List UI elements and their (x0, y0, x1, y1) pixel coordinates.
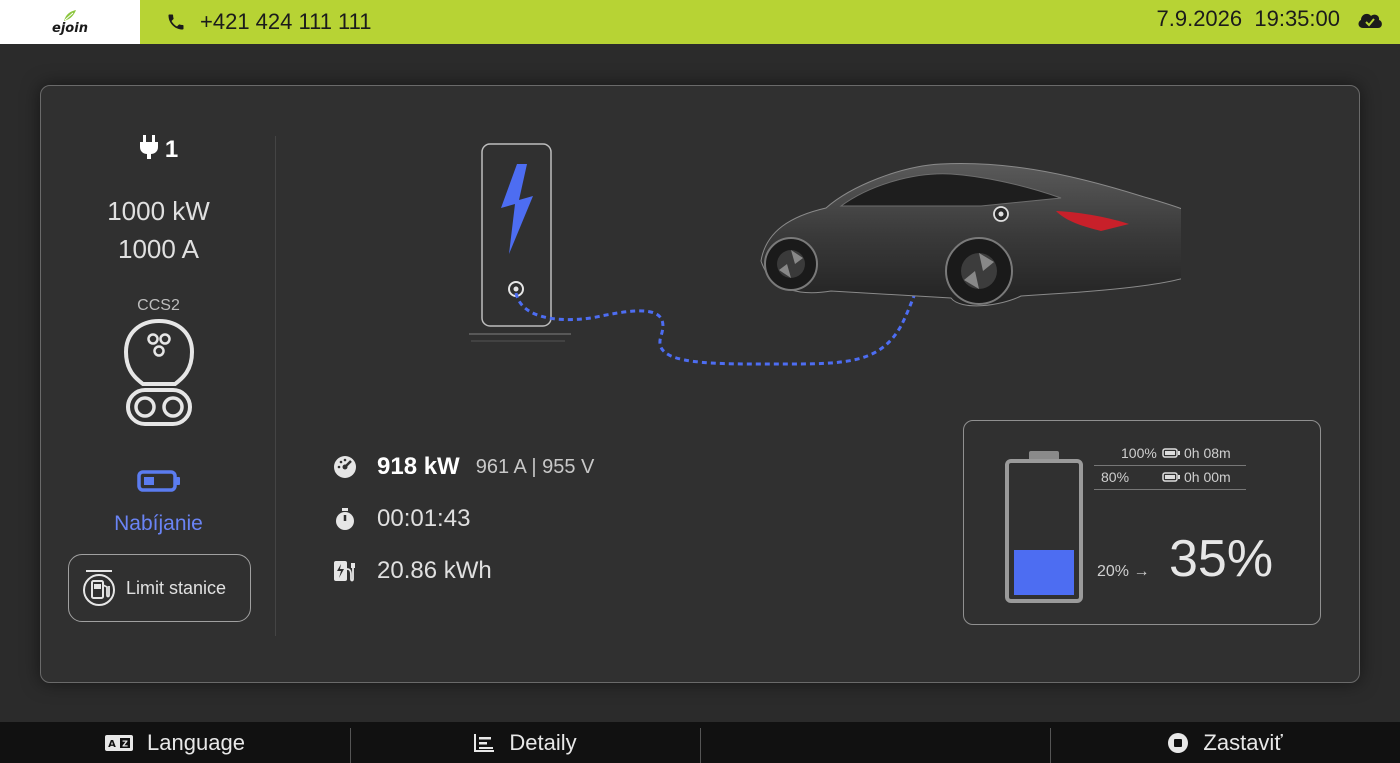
phone-contact: +421 424 111 111 (166, 9, 371, 35)
level-100-time: 0h 08m (1162, 445, 1231, 461)
speedometer-icon (334, 456, 356, 478)
cloud-icon (1358, 13, 1382, 28)
battery-level-icon (1005, 451, 1083, 603)
ejoin-logo: ejoin (0, 0, 140, 44)
language-icon: A Z (105, 734, 134, 751)
level-divider (1094, 465, 1246, 466)
level-divider (1094, 489, 1246, 490)
stopwatch-icon (336, 508, 354, 530)
energy-charger-icon (334, 561, 355, 582)
connector-type: CCS2 (137, 297, 180, 314)
charger-icon (469, 143, 571, 342)
ccs2-connector-icon (123, 318, 195, 426)
logo-text: ejoin (52, 20, 88, 36)
plug-icon (139, 135, 158, 159)
duration-row: 00:01:43 (333, 493, 594, 545)
level-80-label: 80% (1101, 469, 1130, 485)
svg-text:Z: Z (122, 739, 128, 748)
energy-delivered: 20.86 kWh (377, 557, 492, 584)
level-100-label: 100% (1121, 445, 1157, 461)
svg-text:A: A (108, 739, 116, 750)
energy-row: 20.86 kWh (333, 545, 594, 597)
level-80-time: 0h 00m (1162, 469, 1231, 485)
detail-label: Detaily (509, 729, 577, 755)
connector-max-current: 1000 A (118, 234, 199, 264)
language-label: Language (147, 729, 245, 755)
bottom-action-bar: A Z Language Detaily Zastaviť (0, 722, 1400, 763)
empty-slot (700, 722, 1050, 763)
battery-mini-icon (1162, 448, 1180, 458)
stop-icon (1168, 732, 1189, 753)
phone-icon (168, 14, 184, 30)
charging-illustration (469, 143, 1181, 366)
detail-button[interactable]: Detaily (350, 722, 700, 763)
soc-current: 35% (1169, 530, 1274, 588)
power-row: 918 kW 961 A | 955 V (333, 441, 594, 493)
battery-status-icon (137, 470, 180, 492)
charging-status: Nabíjanie (114, 512, 203, 535)
soc-start: 20% → (1097, 563, 1150, 580)
datetime: 7.9.2026 19:35:00 (1156, 6, 1341, 31)
car-icon (760, 162, 1181, 307)
connector-number: 1 (41, 134, 276, 164)
charging-duration: 00:01:43 (377, 505, 471, 532)
stop-button[interactable]: Zastaviť (1050, 722, 1400, 763)
station-limit-button[interactable]: Limit stanice (68, 554, 251, 622)
fuel-pump-icon (83, 570, 115, 606)
stop-label: Zastaviť (1203, 729, 1283, 755)
current-power: 918 kW (377, 453, 460, 480)
battery-mini-icon (1162, 472, 1180, 482)
session-metrics: 918 kW 961 A | 955 V 00:01:43 20.86 kWh (333, 441, 594, 597)
station-limit-label: Limit stanice (126, 577, 227, 598)
connector-info: 1 1000 kW 1000 A CCS2 Nabíjanie Limit st… (41, 86, 276, 682)
column-divider (275, 136, 276, 636)
connector-max-power: 1000 kW (107, 196, 210, 226)
chart-icon (474, 733, 495, 752)
language-button[interactable]: A Z Language (0, 722, 350, 763)
top-bar: ejoin +421 424 111 111 7.9.2026 19:35:00 (0, 0, 1400, 44)
current-voltage: 961 A | 955 V (475, 455, 595, 478)
phone-number: +421 424 111 111 (200, 9, 372, 34)
charging-panel: 1 1000 kW 1000 A CCS2 Nabíjanie Limit st… (40, 85, 1360, 683)
battery-soc-card: 100% 0h 08m 80% 0h 00m 20% → 35% (963, 420, 1321, 625)
